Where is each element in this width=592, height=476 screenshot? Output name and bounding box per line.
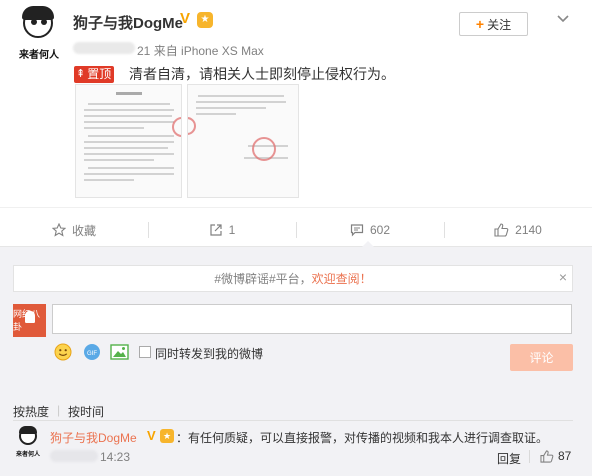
notice-link[interactable]: #微博辟谣#平台， <box>214 270 311 287</box>
sort-by-hot[interactable]: 按热度 <box>13 403 49 420</box>
favorite-label: 收藏 <box>71 223 96 238</box>
post-source: 来自 iPhone XS Max <box>153 44 264 58</box>
notice-highlight[interactable]: 欢迎查阅！ <box>312 270 372 287</box>
emoji-icon[interactable] <box>54 343 72 361</box>
divider <box>0 207 592 208</box>
my-avatar[interactable]: 网红八卦 <box>13 304 46 337</box>
blurred-date <box>73 42 135 54</box>
medal-icon: ★ <box>160 429 174 443</box>
submit-comment-button[interactable]: 评论 <box>510 344 573 371</box>
gif-icon[interactable]: GIF <box>83 343 101 361</box>
verified-icon: V <box>147 428 156 443</box>
comment-username[interactable]: 狗子与我DogMe <box>50 429 137 446</box>
comment-count: 602 <box>369 223 391 237</box>
repost-count: 1 <box>228 223 236 237</box>
repost-button[interactable]: 1 <box>148 216 296 244</box>
comment-text: ：有任何质疑，可以直接报警，对传播的视频和我本人进行调查取证。 <box>176 431 549 445</box>
plus-icon: + <box>475 16 485 32</box>
repost-checkbox-label: 同时转发到我的微博 <box>155 347 264 361</box>
like-icon <box>494 223 509 237</box>
rumor-notice: #微博辟谣#平台， 欢迎查阅！ <box>13 265 573 292</box>
chevron-down-icon[interactable] <box>556 12 570 26</box>
verified-icon: V <box>180 10 191 27</box>
sort-separator: | <box>57 403 61 417</box>
repost-icon <box>210 224 222 236</box>
favorite-button[interactable]: 收藏 <box>0 216 148 244</box>
pin-arrow-icon: ⇞ <box>76 68 86 80</box>
medal-icon: ★ <box>197 12 213 28</box>
post-time[interactable]: 21 <box>137 44 150 58</box>
post-meta: 21 来自 iPhone XS Max <box>137 42 264 59</box>
follow-button[interactable]: + 关注 <box>459 12 528 36</box>
gif-label: GIF <box>87 351 97 357</box>
comment-separator <box>529 450 530 463</box>
picture-icon[interactable] <box>110 344 129 360</box>
close-icon[interactable]: × <box>556 270 570 284</box>
comment-like-button[interactable]: 87 <box>540 449 571 463</box>
comment-input[interactable] <box>52 304 572 334</box>
post-text: 清者自清，请相关人士即刻停止侵权行为。 <box>129 66 395 82</box>
comment-avatar-caption: 来者何人 <box>15 452 40 458</box>
comment-avatar[interactable]: 来者何人 <box>13 426 43 458</box>
blurred-date <box>50 450 98 462</box>
comment-icon <box>350 224 364 237</box>
star-icon <box>51 223 66 237</box>
pinned-badge: ⇞ 置顶 <box>74 66 115 83</box>
follow-label: 关注 <box>487 17 512 32</box>
comment-time: 14:23 <box>100 450 131 464</box>
avatar-face <box>22 6 54 38</box>
post-image-1[interactable] <box>75 84 182 198</box>
avatar-caption: 来者何人 <box>19 50 59 61</box>
author-avatar[interactable]: 来者何人 <box>10 6 68 64</box>
comment-like-count: 87 <box>558 449 572 463</box>
post-image-2[interactable] <box>187 84 299 198</box>
like-count: 2140 <box>515 223 542 237</box>
reply-button[interactable]: 回复 <box>497 450 521 467</box>
comment-button[interactable]: 602 <box>296 216 444 244</box>
like-icon <box>540 449 554 463</box>
repost-checkbox[interactable] <box>139 346 151 358</box>
like-button[interactable]: 2140 <box>444 216 592 244</box>
divider <box>13 420 573 421</box>
sort-by-time[interactable]: 按时间 <box>68 403 104 420</box>
author-name[interactable]: 狗子与我DogMe <box>73 12 183 33</box>
active-tab-arrow <box>362 241 374 247</box>
pinned-label: 置顶 <box>87 67 112 81</box>
